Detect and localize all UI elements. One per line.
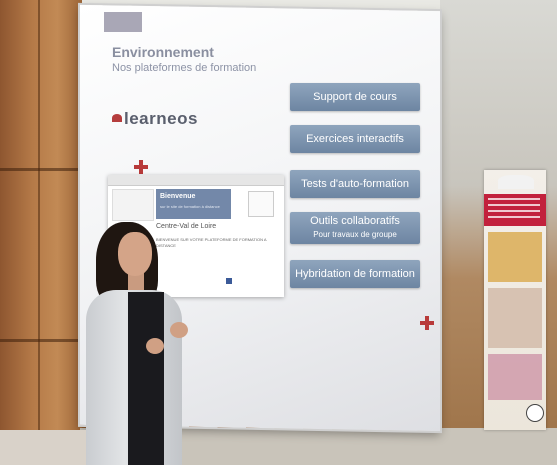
photo: Environnement Nos plateformes de formati… (0, 0, 557, 465)
presenter-face (118, 232, 152, 276)
presenter-shirt (128, 292, 164, 465)
presenter-hand (146, 338, 164, 354)
presenter (0, 0, 557, 465)
presenter-hand (170, 322, 188, 338)
